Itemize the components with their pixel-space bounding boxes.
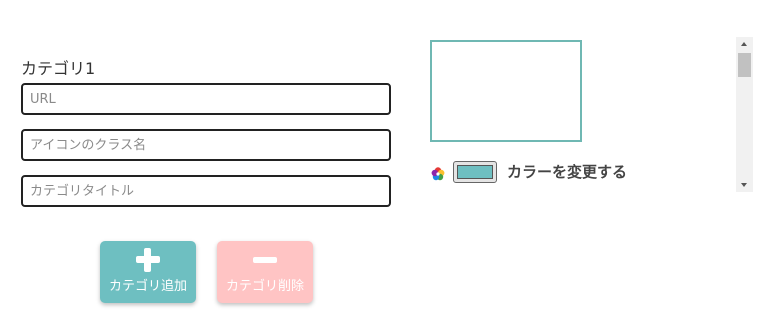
url-input[interactable] <box>21 83 391 115</box>
scroll-down-button[interactable] <box>736 178 753 192</box>
color-preview-box <box>430 40 582 142</box>
delete-category-button[interactable]: カテゴリ削除 <box>217 241 313 303</box>
scroll-thumb[interactable] <box>738 53 751 77</box>
add-category-label: カテゴリ追加 <box>108 279 187 294</box>
color-picker-button[interactable] <box>453 161 497 183</box>
arrow-down-icon <box>741 183 747 187</box>
category-title-input[interactable] <box>21 175 391 207</box>
color-wheel-icon <box>431 167 445 181</box>
delete-category-label: カテゴリ削除 <box>225 279 304 294</box>
category-label: カテゴリ1 <box>21 59 96 78</box>
scrollbar[interactable] <box>736 37 753 192</box>
minus-icon <box>217 247 313 273</box>
icon-class-input[interactable] <box>21 129 391 161</box>
plus-icon <box>100 247 196 273</box>
add-category-button[interactable]: カテゴリ追加 <box>100 241 196 303</box>
scroll-up-button[interactable] <box>736 37 753 51</box>
color-swatch <box>457 165 493 179</box>
change-color-label[interactable]: カラーを変更する <box>507 161 627 183</box>
arrow-up-icon <box>741 42 747 46</box>
